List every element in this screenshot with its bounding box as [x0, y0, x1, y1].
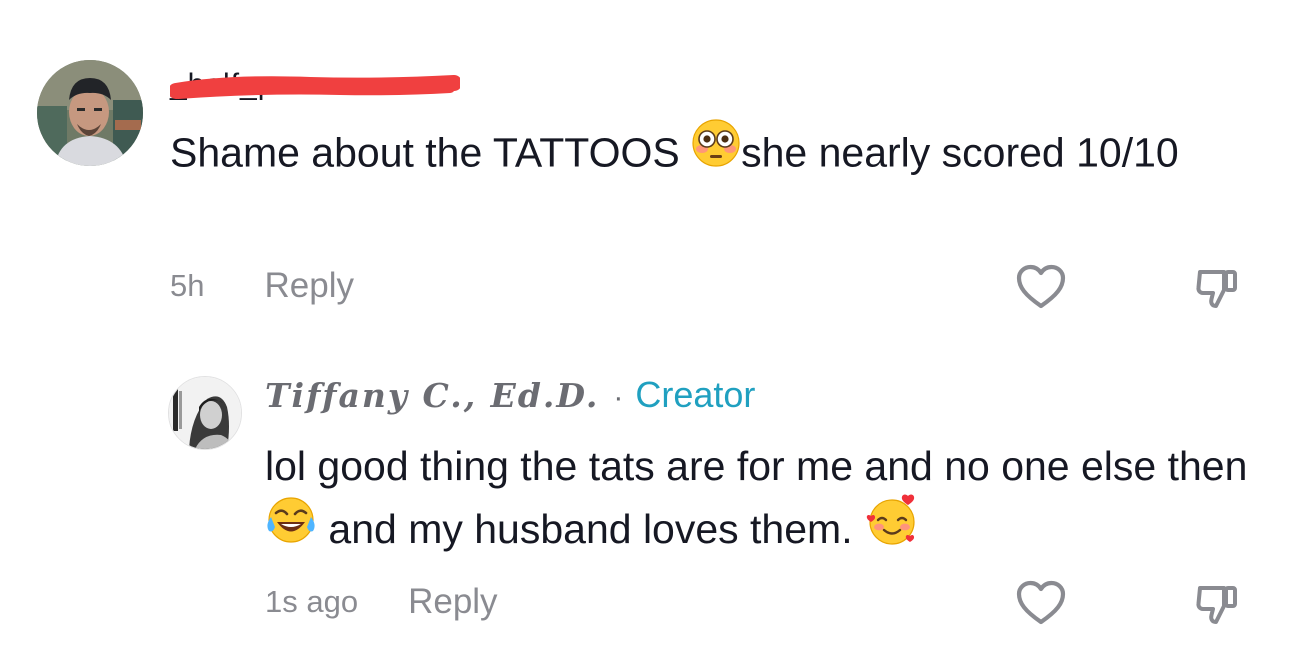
reply-button[interactable]: Reply	[264, 266, 353, 306]
redaction-scribble	[170, 75, 460, 99]
avatar-photo	[169, 377, 241, 449]
creator-avatar[interactable]	[168, 376, 242, 450]
thumbs-down-outline-icon[interactable]	[1194, 266, 1240, 317]
reply-text-part: and my husband loves them.	[317, 505, 864, 552]
reply-meta: 1s ago Reply	[265, 582, 498, 622]
comment-text-part: she nearly scored 10/10	[741, 129, 1179, 176]
comment-text-part: Shame about the TATTOOS	[170, 129, 692, 176]
comment-text: Shame about the TATTOOS she nearly score…	[170, 119, 1240, 189]
commenter-username[interactable]: _half_pour	[170, 68, 460, 101]
smiling-face-with-hearts-emoji	[864, 492, 920, 564]
avatar-photo	[37, 60, 143, 166]
flushed-face-emoji	[691, 118, 741, 185]
heart-outline-icon[interactable]	[1016, 580, 1066, 631]
reply-header: Tiffany C., Ed.D. · Creator	[265, 374, 755, 416]
separator-dot: ·	[613, 381, 624, 414]
thumbs-down-outline-icon[interactable]	[1194, 582, 1240, 633]
reply-text-part: lol good thing the tats are for me and n…	[265, 443, 1248, 489]
creator-username[interactable]: Tiffany C., Ed.D.	[265, 376, 599, 415]
reply-button[interactable]: Reply	[408, 582, 497, 622]
creator-badge: Creator	[635, 374, 756, 415]
face-with-tears-of-joy-emoji	[265, 495, 317, 561]
heart-outline-icon[interactable]	[1016, 264, 1066, 315]
commenter-avatar[interactable]	[37, 60, 143, 166]
reply-text: lol good thing the tats are for me and n…	[265, 436, 1255, 568]
comment-meta: 5h Reply	[170, 266, 354, 306]
timestamp: 5h	[170, 268, 205, 303]
timestamp: 1s ago	[265, 584, 359, 619]
